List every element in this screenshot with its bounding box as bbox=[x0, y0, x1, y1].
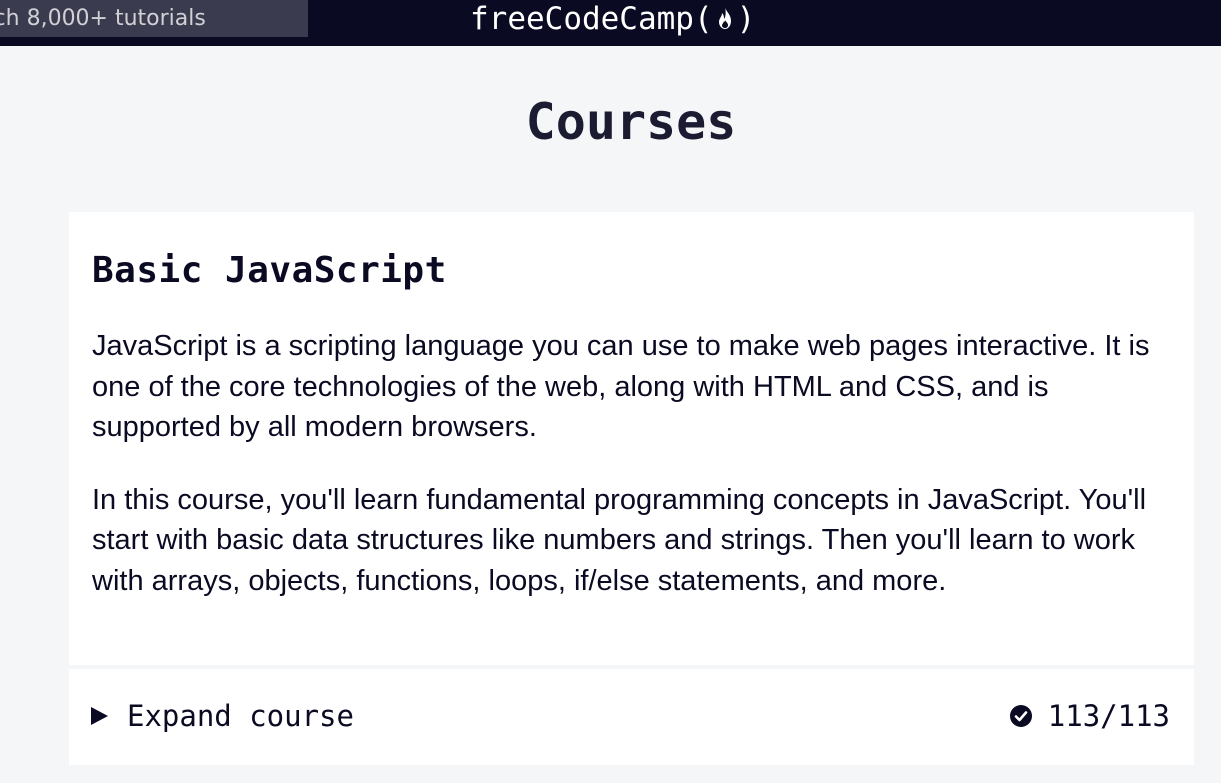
expand-course-label: Expand course bbox=[127, 699, 354, 733]
course-card: Basic JavaScript JavaScript is a scripti… bbox=[69, 212, 1194, 665]
course-progress: 113/113 bbox=[1009, 699, 1170, 733]
course-description-paragraph: JavaScript is a scripting language you c… bbox=[92, 330, 1150, 443]
course-card-footer: Expand course 113/113 bbox=[69, 669, 1194, 765]
course-description-paragraph: In this course, you'll learn fundamental… bbox=[92, 483, 1147, 597]
course-title: Basic JavaScript bbox=[92, 250, 447, 291]
expand-course-button[interactable]: Expand course bbox=[91, 699, 354, 733]
caret-right-icon bbox=[91, 707, 108, 725]
search-box[interactable] bbox=[0, 0, 308, 37]
flame-icon bbox=[718, 6, 731, 29]
course-description: JavaScript is a scripting language you c… bbox=[92, 326, 1177, 601]
freecodecamp-logo[interactable]: freeCodeCamp( ) bbox=[470, 0, 755, 37]
progress-count: 113/113 bbox=[1047, 699, 1170, 733]
search-input[interactable] bbox=[0, 0, 308, 37]
brand-text-right: ) bbox=[736, 0, 756, 37]
check-circle-icon bbox=[1009, 705, 1032, 727]
brand-text-left: freeCodeCamp( bbox=[470, 0, 713, 37]
top-navigation-bar: freeCodeCamp( ) bbox=[0, 0, 1221, 46]
page-title: Courses bbox=[525, 93, 737, 151]
